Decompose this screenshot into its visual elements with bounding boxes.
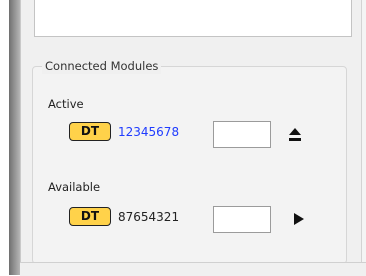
eject-button[interactable] — [283, 122, 307, 146]
available-section-label: Available — [48, 180, 101, 194]
top-content-box — [34, 0, 352, 37]
active-module-badge: DT — [69, 122, 111, 141]
connected-modules-title: Connected Modules — [42, 58, 162, 74]
panel-right-edge — [361, 0, 366, 275]
active-module-input[interactable] — [213, 121, 271, 148]
active-module-serial[interactable]: 12345678 — [118, 124, 179, 140]
play-icon — [294, 213, 304, 225]
eject-icon — [289, 128, 301, 141]
available-module-badge: DT — [69, 207, 111, 226]
bottom-divider — [20, 262, 366, 276]
available-module-serial[interactable]: 87654321 — [118, 209, 179, 225]
available-module-input[interactable] — [213, 206, 271, 233]
active-section-label: Active — [48, 97, 84, 111]
play-button[interactable] — [287, 207, 311, 231]
